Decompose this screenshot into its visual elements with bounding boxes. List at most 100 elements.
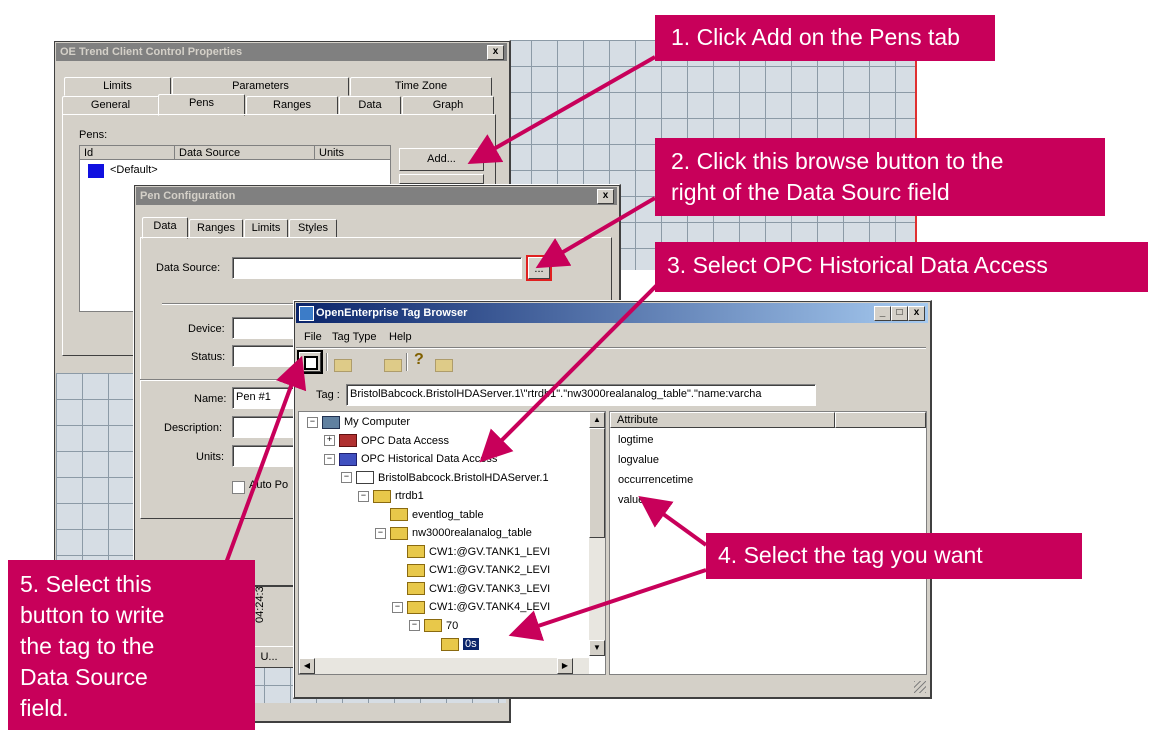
column-header-id[interactable]: Id	[80, 146, 175, 160]
maximize-icon[interactable]: □	[891, 306, 908, 321]
tree-node-label: rtrdb1	[395, 490, 424, 502]
tree-node[interactable]: − OPC Historical Data Access	[324, 451, 497, 467]
attribute-item[interactable]: value	[618, 494, 644, 506]
menu-tag-type[interactable]: Tag Type	[332, 331, 376, 343]
callout-step-3-text: 3. Select OPC Historical Data Access	[667, 252, 1048, 278]
tree-node-label: My Computer	[344, 416, 411, 428]
tag-label: Tag :	[316, 389, 340, 401]
edit-button[interactable]	[399, 174, 484, 184]
add-button[interactable]: Add...	[399, 148, 484, 171]
folder-up-icon[interactable]	[334, 359, 352, 373]
close-icon[interactable]: x	[908, 306, 925, 321]
expand-icon[interactable]: +	[324, 435, 335, 447]
tree-node[interactable]: − CW1:@GV.TANK4_LEVI	[392, 599, 550, 615]
units-label: Units:	[196, 451, 225, 463]
scroll-left-icon[interactable]: ◀	[299, 658, 315, 674]
tab-graph[interactable]: Graph	[402, 96, 494, 115]
tree-node[interactable]: 0s	[426, 636, 479, 652]
new-folder-icon[interactable]	[384, 359, 403, 373]
name-field[interactable]: Pen #1	[232, 387, 297, 409]
attribute-column-header[interactable]: Attribute	[610, 412, 835, 428]
tree-node[interactable]: + OPC Data Access	[324, 433, 449, 449]
tree-node[interactable]: CW1:@GV.TANK2_LEVI	[392, 562, 550, 578]
callout-step-1: 1. Click Add on the Pens tab	[655, 15, 995, 61]
tree-node[interactable]: − 70	[409, 618, 458, 634]
callout-step-2-line1: 2. Click this browse button to the	[671, 148, 1004, 174]
attribute-item[interactable]: occurrencetime	[618, 474, 693, 486]
column-header-units[interactable]: Units	[315, 146, 390, 160]
attribute-item[interactable]: logtime	[618, 434, 653, 446]
browse-button[interactable]: ...	[526, 255, 552, 281]
tab-ranges[interactable]: Ranges	[189, 219, 243, 238]
tab-data[interactable]: Data	[339, 96, 401, 115]
write-tag-icon	[304, 356, 318, 370]
scrollbar-thumb[interactable]	[589, 428, 605, 538]
callout-step-1-text: 1. Click Add on the Pens tab	[671, 24, 960, 50]
tree-node-label: OPC Data Access	[361, 434, 450, 447]
collapse-icon[interactable]: −	[358, 490, 369, 502]
close-icon[interactable]: x	[487, 45, 504, 60]
tree-node-label: CW1:@GV.TANK1_LEVI	[429, 545, 551, 558]
folder-icon	[390, 526, 408, 540]
auto-checkbox[interactable]	[232, 481, 245, 494]
folder-icon	[407, 600, 425, 614]
callout-step-5-line1: 5. Select this	[20, 571, 152, 597]
collapse-icon[interactable]: −	[324, 453, 335, 465]
collapse-icon[interactable]: −	[392, 601, 403, 613]
tree-vertical-scrollbar[interactable]: ▲ ▼	[589, 412, 605, 656]
tab-time-zone[interactable]: Time Zone	[350, 77, 492, 96]
tree-horizontal-scrollbar[interactable]: ◀ ▶	[299, 658, 589, 674]
tree-node[interactable]: − rtrdb1	[358, 488, 424, 504]
scroll-down-icon[interactable]: ▼	[589, 640, 605, 656]
tree-node-label: 70	[446, 619, 459, 632]
tag-tree-pane[interactable]: − My Computer + OPC Data Access − OPC Histori…	[298, 411, 606, 675]
help-icon[interactable]: ?	[414, 351, 424, 369]
collapse-icon[interactable]: −	[375, 527, 386, 539]
tab-data[interactable]: Data	[142, 217, 188, 239]
callout-step-5-line3: the tag to the	[20, 633, 155, 659]
tree-node-label: CW1:@GV.TANK3_LEVI	[429, 582, 551, 595]
minimize-icon[interactable]: _	[874, 306, 891, 321]
tree-node[interactable]: CW1:@GV.TANK1_LEVI	[392, 544, 550, 560]
data-source-field[interactable]	[232, 257, 522, 279]
scroll-up-icon[interactable]: ▲	[589, 412, 605, 428]
collapse-icon[interactable]: −	[307, 416, 318, 428]
computer-icon	[322, 415, 340, 429]
menu-file[interactable]: File	[304, 331, 322, 343]
folder-icon	[339, 452, 357, 466]
callout-step-5-line5: field.	[20, 695, 69, 721]
collapse-icon[interactable]: −	[409, 620, 420, 632]
device-field[interactable]	[232, 317, 297, 339]
resize-grip-icon[interactable]	[914, 681, 926, 693]
tab-limits[interactable]: Limits	[244, 219, 288, 238]
status-label: Status:	[191, 351, 226, 363]
scroll-right-icon[interactable]: ▶	[557, 658, 573, 674]
default-pen-row[interactable]: <Default>	[110, 164, 158, 176]
callout-step-4: 4. Select the tag you want	[706, 533, 1082, 579]
attribute-column-header-extra[interactable]	[835, 412, 926, 428]
tree-node[interactable]: CW1:@GV.TANK3_LEVI	[392, 581, 550, 597]
tab-styles[interactable]: Styles	[289, 219, 337, 238]
collapse-icon[interactable]: −	[341, 472, 352, 484]
description-field[interactable]	[232, 416, 297, 438]
folder-icon[interactable]	[434, 359, 453, 373]
tree-node[interactable]: − nw3000realanalog_table	[375, 525, 532, 541]
menu-help[interactable]: Help	[389, 331, 412, 343]
tab-general[interactable]: General	[62, 96, 159, 115]
tree-node[interactable]: − My Computer	[307, 414, 410, 430]
write-tag-button[interactable]	[297, 350, 323, 374]
tree-node-label: CW1:@GV.TANK4_LEVI	[429, 601, 551, 613]
tree-node[interactable]: eventlog_table	[375, 507, 484, 523]
column-header-data-source[interactable]: Data Source	[175, 146, 315, 160]
folder-icon	[407, 582, 425, 596]
status-field[interactable]	[232, 345, 297, 367]
tab-pens[interactable]: Pens	[158, 94, 245, 116]
attribute-item[interactable]: logvalue	[618, 454, 659, 466]
units-field[interactable]	[232, 445, 297, 467]
close-icon[interactable]: x	[597, 189, 614, 204]
tab-limits[interactable]: Limits	[64, 77, 171, 96]
tree-node-label: OPC Historical Data Access	[361, 453, 498, 465]
tree-node[interactable]: − BristolBabcock.BristolHDAServer.1	[341, 470, 549, 486]
tab-ranges[interactable]: Ranges	[246, 96, 338, 115]
tag-field[interactable]: BristolBabcock.BristolHDAServer.1\"rtrdb…	[346, 384, 816, 406]
